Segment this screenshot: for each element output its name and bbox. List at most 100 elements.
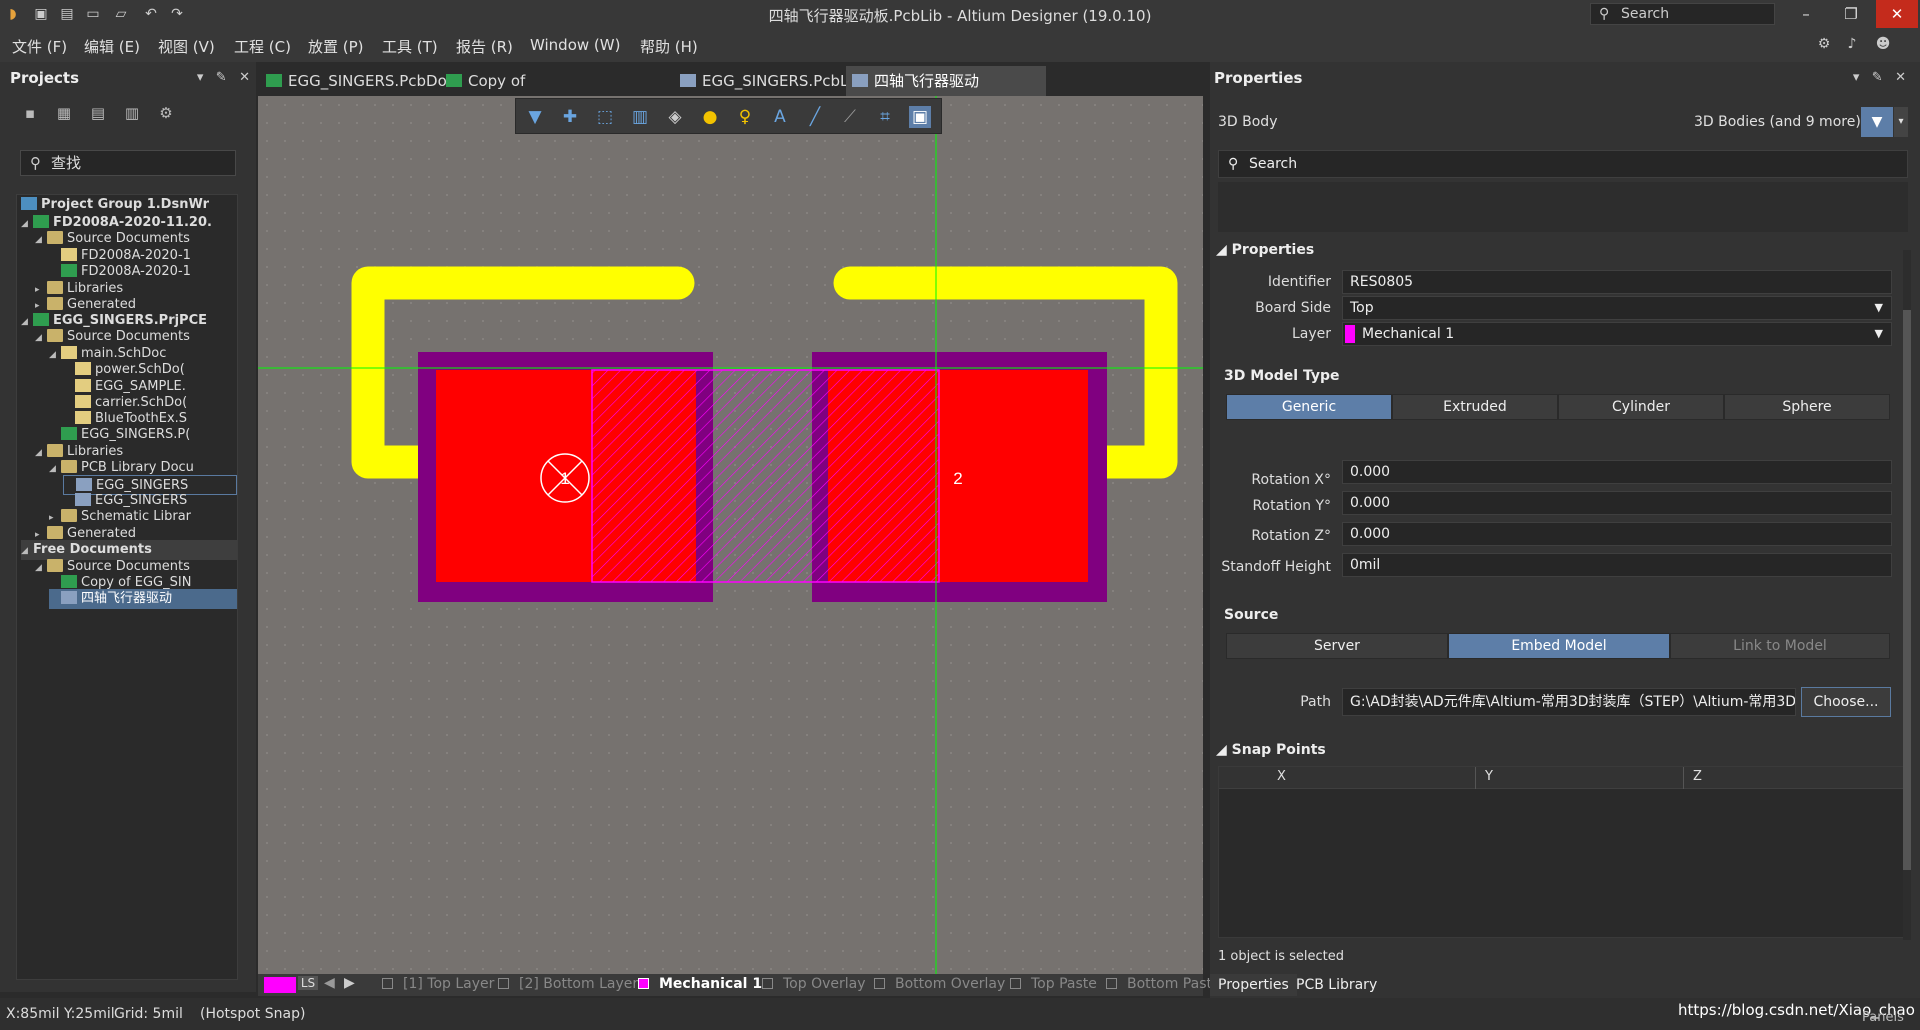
panel-close-icon[interactable]: ✕ bbox=[239, 70, 250, 85]
bottom-tab-properties[interactable]: Properties bbox=[1210, 974, 1297, 996]
dimension-icon[interactable]: ⟋ bbox=[839, 106, 861, 128]
mechanical-3d-body[interactable] bbox=[591, 369, 940, 583]
3d-body-icon[interactable]: ▣ bbox=[909, 106, 931, 128]
choose-button[interactable]: Choose... bbox=[1801, 687, 1891, 717]
scroll-left-icon[interactable]: ◀ bbox=[324, 975, 335, 991]
line-icon[interactable]: ╱ bbox=[804, 106, 826, 128]
filter-dropdown-icon[interactable]: ▾ bbox=[1894, 107, 1908, 137]
panels-button[interactable]: Panels bbox=[1862, 1010, 1904, 1025]
scrollbar-thumb[interactable] bbox=[1903, 310, 1911, 870]
global-search-input[interactable]: ⚲ Search bbox=[1590, 3, 1775, 25]
path-field[interactable]: G:\AD封装\AD元件库\Altium-常用3D封装库（STEP）\Altiu… bbox=[1342, 688, 1796, 716]
collapse-arrow-icon[interactable]: ◢ bbox=[21, 312, 33, 332]
tree-item[interactable]: Project Group 1.DsnWr bbox=[21, 195, 209, 215]
text-icon[interactable]: A bbox=[769, 106, 791, 128]
model-type-cylinder[interactable]: Cylinder bbox=[1558, 394, 1724, 420]
current-layer-swatch[interactable] bbox=[264, 977, 296, 993]
rotation-x-field[interactable]: 0.000 bbox=[1342, 460, 1892, 484]
pcb-library-icon bbox=[75, 493, 91, 506]
minimize-button[interactable]: – bbox=[1785, 0, 1827, 28]
panel-menu-icon[interactable]: ▾ bbox=[197, 70, 204, 85]
rotation-z-field[interactable]: 0.000 bbox=[1342, 522, 1892, 546]
tab-egg-singers-pcblib[interactable]: EGG_SINGERS.PcbLib bbox=[674, 66, 862, 96]
model-type-extruded[interactable]: Extruded bbox=[1392, 394, 1558, 420]
select-icon[interactable]: ⬚ bbox=[594, 106, 616, 128]
model-type-title: 3D Model Type bbox=[1224, 368, 1340, 384]
tab-copy-egg-singers4[interactable]: Copy of EGG_SINGERS4.PcbDoc bbox=[440, 66, 670, 120]
source-server[interactable]: Server bbox=[1226, 633, 1448, 659]
panel-menu-icon[interactable]: ▾ bbox=[1853, 70, 1860, 85]
collapse-arrow-icon[interactable]: ◢ bbox=[49, 345, 61, 365]
menu-edit[interactable]: 编辑 (E) bbox=[84, 36, 140, 57]
notifications-bell-icon[interactable]: ♪ bbox=[1843, 35, 1861, 53]
menu-file[interactable]: 文件 (F) bbox=[12, 36, 67, 57]
filter-icon[interactable]: ▼ bbox=[524, 106, 546, 128]
collapse-arrow-icon[interactable]: ◢ bbox=[35, 230, 47, 250]
menu-view[interactable]: 视图 (V) bbox=[158, 36, 215, 57]
tab-quadcopter-pcblib[interactable]: 四轴飞行器驱动板.PcbLib bbox=[846, 66, 1046, 120]
menu-reports[interactable]: 报告 (R) bbox=[456, 36, 513, 57]
compile-icon[interactable]: ▦ bbox=[54, 104, 74, 124]
user-account-icon[interactable]: ☻ bbox=[1874, 35, 1892, 53]
route-icon[interactable]: ◈ bbox=[664, 106, 686, 128]
via-icon[interactable]: ♀ bbox=[734, 106, 756, 128]
menu-tools[interactable]: 工具 (T) bbox=[382, 36, 438, 57]
settings-gear-icon[interactable]: ⚙ bbox=[1815, 35, 1833, 53]
menu-project[interactable]: 工程 (C) bbox=[234, 36, 291, 57]
menu-help[interactable]: 帮助 (H) bbox=[640, 36, 698, 57]
collapse-arrow-icon[interactable]: ◢ bbox=[35, 558, 47, 578]
region-icon[interactable]: ⌗ bbox=[874, 106, 896, 128]
snap-points-title[interactable]: ◢ Snap Points bbox=[1216, 742, 1326, 758]
save-project-icon[interactable]: ▪ bbox=[20, 104, 40, 124]
layer-tab-top-layer[interactable]: [1] Top Layer bbox=[382, 976, 494, 992]
properties-scrollbar[interactable] bbox=[1903, 250, 1911, 940]
collapse-arrow-icon[interactable]: ◢ bbox=[49, 459, 61, 479]
scroll-right-icon[interactable]: ▶ bbox=[344, 975, 355, 991]
close-button[interactable]: ✕ bbox=[1876, 0, 1918, 28]
collapse-arrow-icon[interactable]: ◢ bbox=[35, 328, 47, 348]
model-type-sphere[interactable]: Sphere bbox=[1724, 394, 1890, 420]
settings-icon[interactable]: ⚙ bbox=[156, 104, 176, 124]
align-icon[interactable]: ▥ bbox=[629, 106, 651, 128]
identifier-field[interactable]: RES0805 bbox=[1342, 270, 1892, 294]
properties-search-input[interactable]: ⚲ Search bbox=[1218, 150, 1908, 178]
pin-icon[interactable]: ✎ bbox=[1872, 70, 1883, 85]
collapse-arrow-icon[interactable]: ◢ bbox=[35, 443, 47, 463]
layer-tab-bottom-layer[interactable]: [2] Bottom Layer bbox=[498, 976, 638, 992]
layer-tab-bottom-overlay[interactable]: Bottom Overlay bbox=[874, 976, 1005, 992]
layer-select[interactable]: Mechanical 1 ▼ bbox=[1342, 322, 1892, 346]
pad-icon[interactable]: ● bbox=[699, 106, 721, 128]
panel-close-icon[interactable]: ✕ bbox=[1895, 70, 1906, 85]
menu-place[interactable]: 放置 (P) bbox=[308, 36, 364, 57]
project-options-icon[interactable]: ▥ bbox=[122, 104, 142, 124]
model-type-generic[interactable]: Generic bbox=[1226, 394, 1392, 420]
board-side-select[interactable]: Top ▼ bbox=[1342, 296, 1892, 320]
snap-mode: (Hotspot Snap) bbox=[200, 1006, 306, 1022]
folder-icon bbox=[47, 444, 63, 457]
layer-tab-bottom-paste[interactable]: Bottom Past bbox=[1106, 976, 1212, 992]
rotation-y-field[interactable]: 0.000 bbox=[1342, 491, 1892, 515]
collapse-arrow-icon[interactable]: ◢ bbox=[21, 541, 33, 561]
collapse-arrow-icon[interactable]: ◢ bbox=[21, 214, 33, 234]
pcb-canvas[interactable]: 1 2 ▼ ✚ ⬚ ▥ ◈ ● ♀ A ╱ ⟋ ⌗ ▣ bbox=[258, 96, 1203, 974]
selection-status: 1 object is selected bbox=[1218, 949, 1344, 964]
standoff-height-field[interactable]: 0mil bbox=[1342, 553, 1892, 577]
bottom-tab-pcb-library[interactable]: PCB Library bbox=[1288, 974, 1385, 996]
project-search-input[interactable]: ⚲ 查找 bbox=[20, 150, 236, 176]
menu-window[interactable]: Window (W) bbox=[530, 36, 620, 54]
source-link-to-model[interactable]: Link to Model bbox=[1670, 633, 1890, 659]
pin-icon[interactable]: ✎ bbox=[216, 70, 227, 85]
selection-filter-label: 3D Bodies (and 9 more) bbox=[1694, 114, 1861, 130]
tree-item[interactable]: 四轴飞行器驱动 bbox=[49, 589, 237, 609]
layer-tab-mechanical-1[interactable]: Mechanical 1 bbox=[638, 976, 762, 992]
layer-set-button[interactable]: LS bbox=[298, 976, 318, 990]
layer-tab-top-overlay[interactable]: Top Overlay bbox=[762, 976, 866, 992]
tab-egg-singers-pcbdoc[interactable]: EGG_SINGERS.PcbDoc bbox=[260, 66, 455, 96]
properties-section-title[interactable]: ◢ Properties bbox=[1216, 242, 1314, 258]
open-folder-icon[interactable]: ▤ bbox=[88, 104, 108, 124]
source-embed-model[interactable]: Embed Model bbox=[1448, 633, 1670, 659]
layer-tab-top-paste[interactable]: Top Paste bbox=[1010, 976, 1097, 992]
filter-icon[interactable]: ▼ bbox=[1861, 107, 1893, 137]
restore-button[interactable]: ❐ bbox=[1830, 0, 1872, 28]
move-icon[interactable]: ✚ bbox=[559, 106, 581, 128]
